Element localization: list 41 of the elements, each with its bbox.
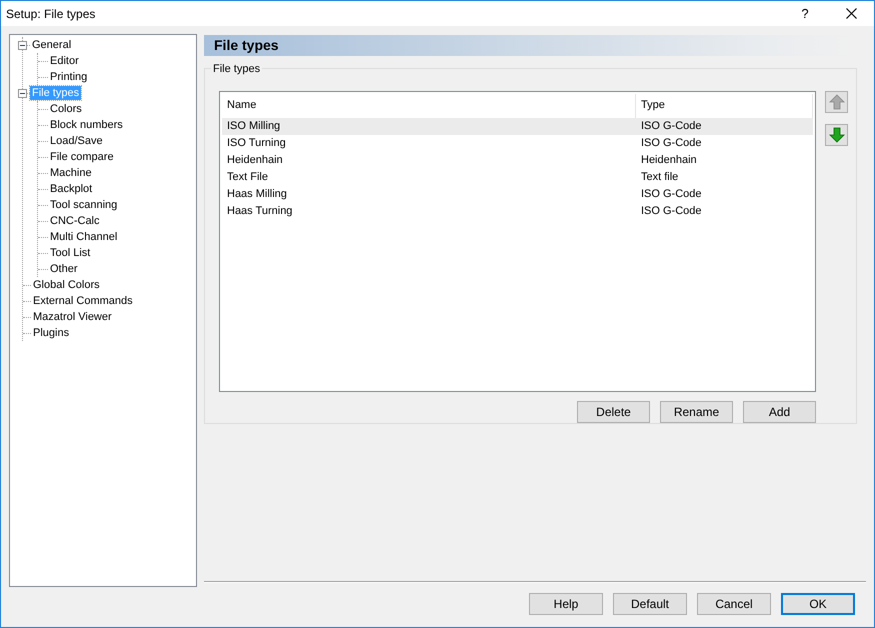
tree-item[interactable]: Block numbers xyxy=(48,118,125,132)
tree-item[interactable]: General xyxy=(30,38,74,52)
dialog-button[interactable]: OK xyxy=(781,593,855,615)
dialog-button[interactable]: Default xyxy=(613,593,687,615)
help-button[interactable]: ? xyxy=(782,1,828,26)
list-button[interactable]: Delete xyxy=(577,401,650,423)
dialog-button[interactable]: Help xyxy=(529,593,603,615)
close-icon xyxy=(846,8,856,19)
file-type-list[interactable]: Name Type ISO Milling ISO G-Code ISO Turning ISO G-Code Heidenhain Heidenhain Text File Text file Haas Milling ISO G-Code Haas Turning ISO G-Code xyxy=(219,91,816,392)
list-row[interactable]: Text File Text file xyxy=(222,169,813,186)
list-row[interactable]: ISO Turning ISO G-Code xyxy=(222,135,813,152)
tree-item[interactable]: Other xyxy=(48,262,80,276)
list-row[interactable]: Haas Milling ISO G-Code xyxy=(222,186,813,203)
tree-item[interactable]: Mazatrol Viewer xyxy=(31,310,114,324)
collapse-toggle[interactable] xyxy=(18,88,27,98)
tree-item[interactable]: Tool scanning xyxy=(48,198,120,212)
list-row[interactable]: Haas Turning ISO G-Code xyxy=(222,203,813,220)
tree-item[interactable]: CNC-Calc xyxy=(48,214,102,228)
arrow-down-icon xyxy=(828,127,844,143)
tree-item[interactable]: Colors xyxy=(48,102,84,116)
tree-item[interactable]: Tool List xyxy=(48,246,92,260)
move-down-button[interactable] xyxy=(825,124,848,146)
collapse-toggle[interactable] xyxy=(18,40,27,50)
tree-item[interactable]: File compare xyxy=(48,150,116,164)
window-title: Setup: File types xyxy=(6,6,96,22)
dialog-button[interactable]: Cancel xyxy=(697,593,771,615)
group-title: File types xyxy=(211,61,262,78)
tree-item[interactable]: Plugins xyxy=(31,326,72,340)
tree-item[interactable]: Backplot xyxy=(48,182,94,196)
tree-item[interactable]: Editor xyxy=(48,54,81,68)
tree-item[interactable]: Load/Save xyxy=(48,134,105,148)
arrow-up-icon xyxy=(828,94,844,110)
tree-item[interactable]: Machine xyxy=(48,166,94,180)
tree-item[interactable]: Printing xyxy=(48,70,90,84)
list-row[interactable]: ISO Milling ISO G-Code xyxy=(222,118,813,135)
list-button[interactable]: Rename xyxy=(660,401,733,423)
list-button[interactable]: Add xyxy=(743,401,816,423)
list-row[interactable]: Heidenhain Heidenhain xyxy=(222,152,813,169)
tree-item[interactable]: Global Colors xyxy=(31,278,102,292)
tree-item[interactable]: Multi Channel xyxy=(48,230,120,244)
tree-item[interactable]: External Commands xyxy=(31,294,135,308)
